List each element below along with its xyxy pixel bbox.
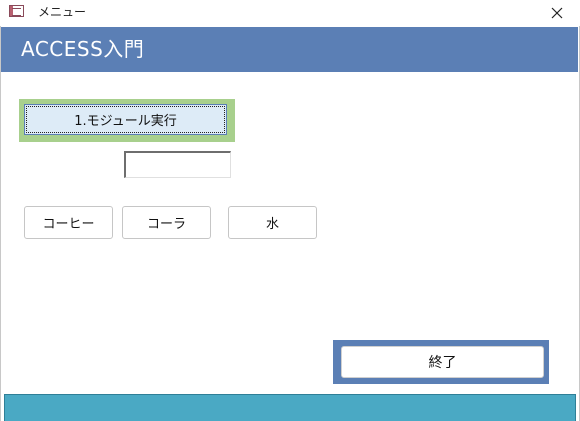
close-icon [551,7,563,19]
end-button[interactable]: 終了 [341,346,544,378]
menu-window: メニュー ACCESS入門 1.モジュール実行 コーヒー コーラ 水 終了 [0,0,580,421]
title-bar: メニュー [0,0,580,26]
window-border-left [0,26,1,421]
coffee-button[interactable]: コーヒー [24,206,113,239]
close-button[interactable] [534,0,580,26]
window-title: メニュー [38,5,87,19]
water-button[interactable]: 水 [228,206,317,239]
cola-button[interactable]: コーラ [122,206,211,239]
form-header: ACCESS入門 [1,27,578,72]
form-footer [4,394,576,421]
run-module-button[interactable]: 1.モジュール実行 [24,104,227,135]
form-icon [9,5,24,17]
form-title: ACCESS入門 [21,37,145,61]
text-input[interactable] [124,151,231,178]
